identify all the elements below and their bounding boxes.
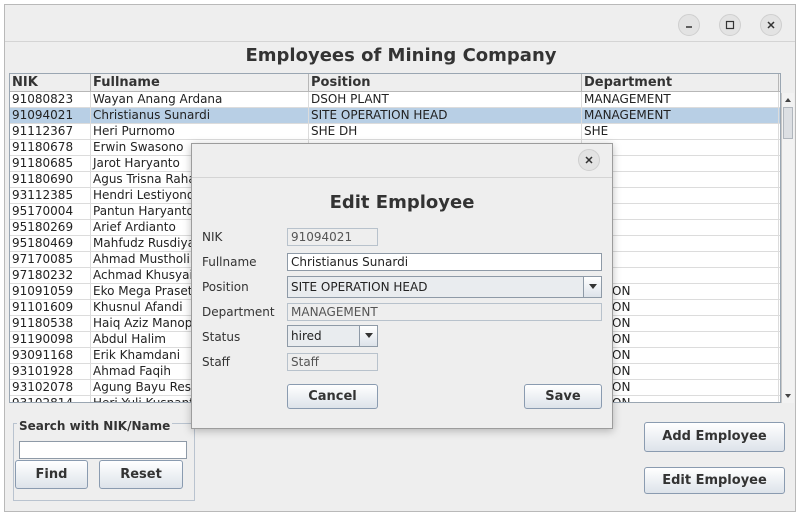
department-label: Department	[202, 305, 275, 319]
maximize-button[interactable]	[719, 14, 741, 36]
reset-button[interactable]: Reset	[99, 460, 183, 489]
nik-label: NIK	[202, 230, 223, 244]
cell-nik: 93112385	[10, 188, 91, 203]
cell-position: SHE DH	[309, 124, 582, 139]
title-bar-divider	[5, 41, 795, 42]
status-select-value: hired	[291, 329, 322, 343]
cell-nik: 95180269	[10, 220, 91, 235]
scroll-up-icon[interactable]	[782, 95, 794, 105]
cell-nik: 93101928	[10, 364, 91, 379]
search-input[interactable]	[19, 441, 187, 459]
dialog-title: Edit Employee	[329, 192, 475, 213]
cell-nik: 91094021	[10, 108, 91, 123]
cell-nik: 95180469	[10, 236, 91, 251]
close-icon	[767, 21, 775, 29]
table-row[interactable]: 91080823 Wayan Anang Ardana DSOH PLANT MANA…	[10, 92, 780, 108]
chevron-down-icon	[589, 284, 597, 289]
scroll-down-icon[interactable]	[782, 391, 794, 401]
table-row[interactable]: 91094021 Christianus Sunardi SITE OPERATIO…	[10, 108, 780, 124]
cell-nik: 91080823	[10, 92, 91, 107]
find-button[interactable]: Find	[15, 460, 88, 489]
cell-department: MANAGEMENT	[582, 92, 779, 107]
search-legend: Search with NIK/Name	[17, 419, 173, 433]
cell-fullname: Christianus Sunardi	[91, 108, 309, 123]
cell-nik: 97170085	[10, 252, 91, 267]
cell-fullname: Heri Purnomo	[91, 124, 309, 139]
cell-nik: 91112367	[10, 124, 91, 139]
cell-nik: 95170004	[10, 204, 91, 219]
cell-nik: 91180690	[10, 172, 91, 187]
cell-nik: 93091168	[10, 348, 91, 363]
cell-department: SHE	[582, 124, 779, 139]
cell-nik: 97180232	[10, 268, 91, 283]
column-header-fullname[interactable]: Fullname	[91, 74, 309, 91]
cell-nik: 91180685	[10, 156, 91, 171]
table-scrollbar[interactable]	[781, 93, 794, 403]
cell-nik: 91101609	[10, 300, 91, 315]
edit-employee-dialog: Edit Employee NIK 91094021 Fullname Chri…	[191, 143, 613, 429]
nik-field: 91094021	[287, 228, 378, 246]
cell-nik: 93102814	[10, 396, 91, 402]
department-field: MANAGEMENT	[287, 303, 602, 321]
cell-nik: 91190098	[10, 332, 91, 347]
table-header: NIK Fullname Position Department	[10, 74, 780, 92]
scrollbar-thumb[interactable]	[783, 107, 793, 139]
minimize-button[interactable]	[678, 14, 700, 36]
cancel-button[interactable]: Cancel	[287, 384, 378, 409]
position-label: Position	[202, 280, 249, 294]
cell-position: DSOH PLANT	[309, 92, 582, 107]
maximize-icon	[725, 20, 735, 30]
staff-field: Staff	[287, 353, 378, 371]
staff-label: Staff	[202, 355, 230, 369]
status-label: Status	[202, 330, 241, 344]
column-header-department[interactable]: Department	[582, 74, 779, 91]
cell-nik: 91091059	[10, 284, 91, 299]
close-icon	[585, 156, 593, 164]
page-title: Employees of Mining Company	[245, 45, 557, 66]
column-header-nik[interactable]: NIK	[10, 74, 91, 91]
save-button[interactable]: Save	[524, 384, 602, 409]
fullname-label: Fullname	[202, 255, 257, 269]
column-header-position[interactable]: Position	[309, 74, 582, 91]
cell-fullname: Wayan Anang Ardana	[91, 92, 309, 107]
chevron-down-icon	[365, 333, 373, 338]
cell-nik: 91180538	[10, 316, 91, 331]
edit-employee-button[interactable]: Edit Employee	[644, 467, 785, 494]
close-button[interactable]	[760, 14, 782, 36]
position-select-value: SITE OPERATION HEAD	[291, 280, 428, 294]
cell-position: SITE OPERATION HEAD	[309, 108, 582, 123]
cell-nik: 93102078	[10, 380, 91, 395]
cell-department: MANAGEMENT	[582, 108, 779, 123]
dialog-title-divider	[192, 177, 612, 178]
status-select[interactable]: hired	[287, 325, 378, 347]
position-dropdown-button[interactable]	[583, 277, 601, 297]
dialog-close-button[interactable]	[578, 149, 600, 171]
status-dropdown-button[interactable]	[359, 326, 377, 346]
cell-nik: 91180678	[10, 140, 91, 155]
add-employee-button[interactable]: Add Employee	[644, 422, 785, 452]
minimize-icon	[686, 26, 692, 28]
table-row[interactable]: 91112367 Heri Purnomo SHE DH SHE	[10, 124, 780, 140]
position-select[interactable]: SITE OPERATION HEAD	[287, 276, 602, 298]
fullname-field[interactable]: Christianus Sunardi	[287, 253, 602, 271]
